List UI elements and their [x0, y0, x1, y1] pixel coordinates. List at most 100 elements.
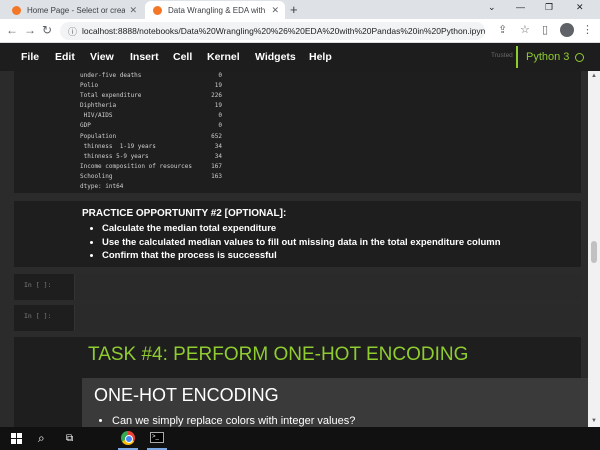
practice-title: PRACTICE OPPORTUNITY #2 [OPTIONAL]:: [82, 208, 287, 219]
input-prompt: In [ ]:: [24, 312, 52, 320]
share-icon[interactable]: ⇪: [498, 23, 507, 36]
terminal-icon[interactable]: >_: [150, 432, 164, 443]
chrome-icon[interactable]: [121, 431, 135, 445]
list-item: Calculate the median total expenditure: [102, 222, 501, 236]
chevron-down-icon[interactable]: ⌄: [488, 2, 496, 13]
jupyter-favicon-icon: [12, 5, 21, 15]
more-menu-icon[interactable]: ⋮: [582, 23, 593, 36]
reload-icon[interactable]: ↻: [42, 23, 52, 37]
markdown-cell-onehot[interactable]: ONE-HOT ENCODING Can we simply replace c…: [14, 373, 591, 427]
address-bar[interactable]: ⓘ localhost:8888/notebooks/Data%20Wrangl…: [60, 22, 485, 40]
tab-label: Home Page - Select or create a n: [27, 5, 126, 15]
menu-view[interactable]: View: [90, 51, 114, 63]
side-panel-icon[interactable]: ▯: [542, 23, 548, 36]
output-row-name: thinness 1-19 years: [80, 142, 156, 150]
kernel-idle-icon: [575, 52, 585, 62]
forward-arrow-icon[interactable]: →: [24, 23, 36, 37]
kernel-indicator[interactable]: Python 3: [516, 46, 596, 68]
output-row: thinness 1-19 years 34: [80, 142, 222, 152]
menu-kernel[interactable]: Kernel: [207, 51, 240, 63]
onehot-heading: ONE-HOT ENCODING: [94, 385, 279, 405]
code-cell[interactable]: In [ ]:: [14, 274, 581, 300]
new-tab-plus-icon[interactable]: +: [290, 2, 298, 17]
output-row-name: under-five deaths: [80, 72, 142, 79]
browser-toolbar: ← → ↻ ⓘ localhost:8888/notebooks/Data%20…: [0, 19, 600, 43]
output-row-value: 34: [214, 152, 222, 160]
search-icon[interactable]: ⌕: [38, 431, 45, 446]
profile-avatar-icon[interactable]: [560, 23, 574, 37]
output-row-name: Population: [80, 132, 117, 140]
minimize-icon[interactable]: —: [516, 2, 525, 12]
output-row-value: 226: [211, 92, 222, 100]
menu-cell[interactable]: Cell: [173, 51, 192, 63]
vertical-scrollbar[interactable]: ▲ ▼: [588, 71, 600, 427]
code-cell[interactable]: In [ ]:: [14, 305, 581, 331]
output-row-value: 652: [211, 132, 222, 140]
output-text: under-five deaths 0 Polio 19 Total expenditu…: [80, 71, 222, 192]
menu-file[interactable]: File: [21, 51, 39, 63]
windows-logo-icon[interactable]: [11, 433, 22, 444]
trusted-indicator[interactable]: Trusted: [491, 52, 513, 59]
output-row-value: 34: [214, 142, 222, 150]
output-row-value: 167: [211, 162, 222, 170]
jupyter-favicon-icon: [153, 5, 162, 15]
tab-label: Data Wrangling & EDA with Pand: [168, 5, 267, 15]
code-input[interactable]: [74, 305, 581, 331]
menu-help[interactable]: Help: [309, 51, 332, 63]
markdown-cell-task[interactable]: TASK #4: PERFORM ONE-HOT ENCODING: [14, 337, 581, 373]
output-row-value: 163: [211, 172, 222, 180]
task-view-icon[interactable]: ⧉: [66, 433, 73, 444]
output-row-value: 0: [218, 112, 222, 120]
tab-data-wrangling[interactable]: Data Wrangling & EDA with Pand ✕: [145, 1, 285, 19]
output-row-name: Diphtheria: [80, 102, 117, 110]
output-row-name: Schooling: [80, 172, 113, 180]
list-item: Can we simply replace colors with intege…: [112, 415, 355, 427]
output-row-name: Income composition of resources: [80, 162, 192, 170]
scroll-up-icon[interactable]: ▲: [591, 73, 597, 79]
menu-edit[interactable]: Edit: [55, 51, 75, 63]
practice-content: PRACTICE OPPORTUNITY #2 [OPTIONAL]: Calc…: [82, 208, 501, 263]
close-icon[interactable]: ✕: [129, 5, 137, 16]
list-item: Confirm that the process is successful: [102, 249, 501, 263]
output-row-name: Polio: [80, 82, 99, 90]
scroll-down-icon[interactable]: ▼: [591, 418, 597, 424]
output-row: Population 652: [80, 132, 222, 142]
bookmark-star-icon[interactable]: ☆: [520, 23, 530, 36]
menu-widgets[interactable]: Widgets: [255, 51, 296, 63]
scrollbar-thumb[interactable]: [591, 241, 597, 263]
task-heading: TASK #4: PERFORM ONE-HOT ENCODING: [88, 344, 469, 365]
practice-list: Calculate the median total expenditure U…: [102, 222, 501, 263]
output-row-value: 19: [214, 102, 222, 110]
output-row-value: 0: [218, 72, 222, 79]
output-row: Polio 19: [80, 81, 222, 91]
jupyter-menubar: File Edit View Insert Cell Kernel Widget…: [0, 43, 600, 71]
output-row: Schooling 163: [80, 172, 222, 182]
browser-tab-strip: Home Page - Select or create a n ✕ Data …: [0, 0, 600, 19]
output-row: GDP 0: [80, 121, 222, 131]
tab-home-page[interactable]: Home Page - Select or create a n ✕: [4, 1, 143, 19]
output-row: Total expenditure 226: [80, 91, 222, 101]
back-arrow-icon[interactable]: ←: [6, 23, 18, 37]
output-row-value: 0: [218, 122, 222, 130]
list-item: Use the calculated median values to fill…: [102, 236, 501, 250]
markdown-cell-practice[interactable]: PRACTICE OPPORTUNITY #2 [OPTIONAL]: Calc…: [14, 201, 581, 267]
input-prompt: In [ ]:: [24, 281, 52, 289]
output-dtype: dtype: int64: [80, 183, 124, 191]
maximize-icon[interactable]: ❐: [545, 2, 553, 13]
output-row-name: GDP: [80, 122, 91, 130]
close-icon[interactable]: ✕: [271, 5, 279, 16]
output-row-value: 19: [214, 82, 222, 90]
windows-taskbar: ⌕ ⧉ >_: [0, 427, 600, 450]
code-input[interactable]: [74, 274, 581, 300]
output-row: Diphtheria 19: [80, 101, 222, 111]
menu-insert[interactable]: Insert: [130, 51, 159, 63]
kernel-name: Python 3: [526, 51, 570, 63]
output-cell[interactable]: under-five deaths 0 Polio 19 Total expenditu…: [14, 71, 581, 193]
window-close-icon[interactable]: ✕: [576, 2, 584, 13]
output-row: Income composition of resources 167: [80, 162, 222, 172]
output-row: thinness 5-9 years 34: [80, 152, 222, 162]
notebook-area[interactable]: under-five deaths 0 Polio 19 Total expenditu…: [0, 71, 600, 427]
output-row-name: HIV/AIDS: [80, 112, 113, 120]
output-row-name: thinness 5-9 years: [80, 152, 149, 160]
site-info-icon[interactable]: ⓘ: [68, 25, 77, 38]
